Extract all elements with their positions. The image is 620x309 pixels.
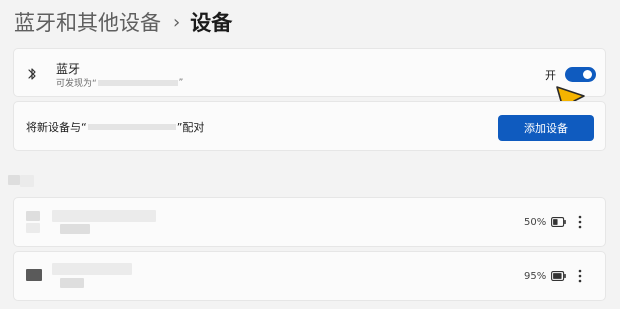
add-device-button[interactable]: 添加设备 (498, 115, 594, 141)
page-title: 设备 (190, 11, 233, 35)
redacted-section-heading-part (20, 175, 34, 187)
bluetooth-card: 蓝牙 可发现为“ ” 开 (13, 48, 606, 97)
battery-percentage: 50% (524, 217, 547, 228)
redacted-device-icon (26, 269, 42, 281)
battery-icon (551, 217, 566, 227)
redacted-pc-name (87, 124, 176, 130)
bluetooth-title: 蓝牙 (56, 62, 81, 76)
more-options-icon[interactable] (577, 214, 583, 230)
device-row[interactable]: 50% (13, 197, 606, 247)
pair-text-prefix: 将新设备与“ (26, 121, 87, 134)
redacted-device-name (52, 263, 132, 275)
battery-fill (553, 219, 558, 225)
pair-text-suffix: ”配对 (176, 121, 205, 134)
chevron-right-icon: › (173, 11, 181, 33)
redacted-device-status (60, 278, 84, 288)
breadcrumb-parent-link[interactable]: 蓝牙和其他设备 (14, 7, 161, 37)
redacted-device-icon-part (26, 223, 40, 233)
redacted-section-heading (8, 175, 20, 185)
breadcrumb: 蓝牙和其他设备 › 设备 (14, 5, 232, 39)
battery-icon (551, 271, 566, 281)
redacted-device-status (60, 224, 90, 234)
discoverable-suffix: ” (178, 77, 184, 88)
bluetooth-toggle[interactable] (565, 67, 596, 82)
discoverable-prefix: 可发现为“ (56, 79, 97, 89)
redacted-device-name (52, 210, 156, 222)
device-row[interactable]: 95% (13, 251, 606, 301)
toggle-knob (583, 70, 592, 79)
redacted-device-icon (26, 211, 40, 221)
bluetooth-discoverable-text: 可发现为“ ” (56, 76, 184, 90)
bluetooth-icon (28, 68, 36, 80)
battery-fill (553, 273, 562, 279)
redacted-device-name (97, 79, 178, 86)
battery-percentage: 95% (524, 271, 547, 282)
bluetooth-toggle-label: 开 (545, 69, 556, 82)
more-options-icon[interactable] (577, 268, 583, 284)
pair-device-card: 将新设备与“ ”配对 添加设备 (13, 101, 606, 151)
pair-device-text: 将新设备与“ ”配对 (26, 119, 204, 135)
